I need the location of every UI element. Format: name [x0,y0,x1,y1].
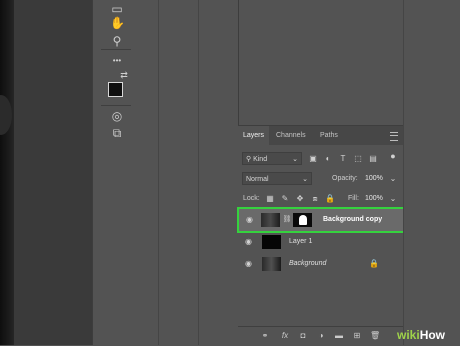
layers-bottom-bar: ⚭ fx ◘ ◑ ▬ ⊞ 🗑 [238,326,403,346]
rectangle-icon[interactable]: ▭ [110,2,124,16]
smudge-icon[interactable]: ✋ [110,16,125,30]
layer-name: Background copy [323,216,383,223]
dock-divider [198,0,199,345]
watermark-suffix: How [419,328,446,342]
eye-icon[interactable]: ◉ [244,259,253,268]
watermark-prefix: wiki [397,328,420,342]
fx-icon[interactable]: fx [280,331,290,341]
mask-shape [299,215,307,225]
tools-divider [101,49,131,50]
layer-thumbnail [262,257,281,271]
panel-menu-icon[interactable] [390,132,398,141]
fill-value[interactable]: 100% [365,194,383,204]
layer-mask-thumbnail[interactable] [293,213,312,227]
smart-object-filter-icon[interactable]: ▤ [368,154,378,164]
pixel-filter-icon[interactable]: ▣ [308,154,318,164]
chevron-down-icon[interactable]: ⌄ [388,194,398,204]
tools-panel: ▭ ✋ ⚲ ••• ⇄ ◎ ⧉ [92,0,140,345]
eye-icon[interactable]: ◉ [245,215,254,224]
layer-name: Layer 1 [289,238,313,245]
lock-transparent-icon[interactable]: ▦ [265,194,275,204]
layer-row-background[interactable]: ◉ Background 🔒 [238,253,401,275]
filter-kind-value: Kind [253,156,268,163]
tools-divider [101,105,131,106]
zoom-icon[interactable]: ⚲ [110,34,124,48]
dock-divider [158,0,159,345]
chevron-down-icon: ⌄ [292,156,298,163]
layers-panel: Layers Channels Paths ⚲ Kind ⌄ ▣ ◐ T ⬚ ▤ … [237,125,405,346]
new-layer-icon[interactable]: ⊞ [352,331,362,341]
canvas-image [0,0,14,345]
shape-filter-icon[interactable]: ⬚ [353,154,363,164]
mask-link-icon[interactable]: ⛓ [282,215,292,225]
lock-all-icon[interactable]: 🔒 [325,194,335,204]
lock-icon: 🔒 [369,259,379,268]
lock-artboard-icon[interactable]: ⧈ [310,194,320,204]
panel-dock-gap [138,0,238,345]
lock-image-icon[interactable]: ✎ [280,194,290,204]
fill-label: Fill: [348,195,359,202]
link-icon[interactable]: ⚭ [260,331,270,341]
quick-mask-icon[interactable]: ◎ [110,109,124,123]
layer-thumbnail [262,235,281,249]
blend-mode-select[interactable]: Normal ⌄ [242,172,312,185]
tab-paths[interactable]: Paths [315,126,343,145]
chevron-down-icon[interactable]: ⌄ [388,174,398,184]
swap-colors-icon[interactable]: ⇄ [117,68,131,82]
lock-position-icon[interactable]: ✥ [295,194,305,204]
blend-mode-value: Normal [246,176,269,183]
folder-icon[interactable]: ▬ [334,331,344,341]
lock-label: Lock: [243,195,260,202]
opacity-label: Opacity: [332,175,358,182]
filter-toggle-icon[interactable]: ● [388,151,398,161]
mask-icon[interactable]: ◘ [298,331,308,341]
foreground-color-swatch[interactable] [108,82,123,97]
document-canvas[interactable] [0,0,92,345]
eye-icon[interactable]: ◉ [244,237,253,246]
tab-channels[interactable]: Channels [271,126,311,145]
trash-icon[interactable]: 🗑 [370,331,380,341]
layer-row-background-copy[interactable]: ◉ ⛓ Background copy [237,207,405,233]
adjustment-icon[interactable]: ◑ [316,331,326,341]
more-tools-icon[interactable]: ••• [110,54,124,68]
panel-tabs: Layers Channels Paths [238,126,403,145]
opacity-value[interactable]: 100% [365,174,383,184]
chevron-down-icon: ⌄ [302,176,308,183]
screen-mode-icon[interactable]: ⧉ [110,126,124,140]
layer-thumbnail [261,213,280,227]
layer-row-layer-1[interactable]: ◉ Layer 1 [238,231,401,253]
layer-filter-select[interactable]: ⚲ Kind ⌄ [242,152,302,165]
layer-name: Background [289,260,327,267]
panel-collapse-strip [403,0,460,345]
watermark: wikiHow [397,326,460,345]
adjustment-filter-icon[interactable]: ◐ [323,154,333,164]
type-filter-icon[interactable]: T [338,154,348,164]
tab-layers[interactable]: Layers [238,126,270,145]
